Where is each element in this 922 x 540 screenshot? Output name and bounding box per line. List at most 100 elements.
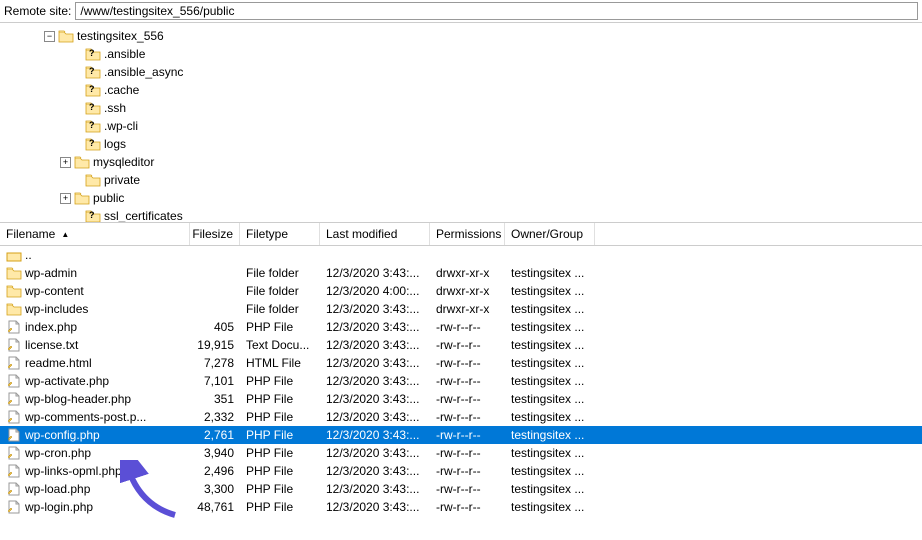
directory-tree[interactable]: −testingsitex_556?.ansible?.ansible_asyn…: [0, 23, 922, 223]
file-name: wp-login.php: [25, 500, 93, 514]
file-row[interactable]: wp-comments-post.p...2,332PHP File12/3/2…: [0, 408, 922, 426]
remote-site-label: Remote site:: [4, 4, 71, 18]
tree-item[interactable]: ?.ssh: [0, 99, 922, 117]
file-owner: testingsitex ...: [505, 392, 595, 406]
file-name: ..: [25, 248, 32, 262]
file-owner: testingsitex ...: [505, 338, 595, 352]
folder-icon: [74, 191, 90, 205]
file-row[interactable]: wp-includesFile folder12/3/2020 3:43:...…: [0, 300, 922, 318]
tree-item-label: .ansible: [104, 47, 145, 61]
file-owner: testingsitex ...: [505, 320, 595, 334]
tree-expand-icon[interactable]: +: [60, 193, 71, 204]
column-header-filename[interactable]: Filename▲: [0, 223, 190, 245]
tree-item-label: public: [93, 191, 124, 205]
folder-icon: ?: [85, 65, 101, 79]
sort-asc-icon: ▲: [61, 230, 69, 239]
file-permissions: -rw-r--r--: [430, 320, 505, 334]
file-list[interactable]: .. wp-adminFile folder12/3/2020 3:43:...d…: [0, 246, 922, 516]
file-row[interactable]: index.php405PHP File12/3/2020 3:43:...-r…: [0, 318, 922, 336]
tree-item-label: .ssh: [104, 101, 126, 115]
file-size: 2,332: [190, 410, 240, 424]
file-icon: [6, 392, 22, 406]
file-row[interactable]: license.txt19,915Text Docu...12/3/2020 3…: [0, 336, 922, 354]
file-size: 2,761: [190, 428, 240, 442]
file-name: wp-blog-header.php: [25, 392, 131, 406]
file-row[interactable]: readme.html7,278HTML File12/3/2020 3:43:…: [0, 354, 922, 372]
file-icon: [6, 248, 22, 262]
file-name: wp-links-opml.php: [25, 464, 122, 478]
file-permissions: -rw-r--r--: [430, 482, 505, 496]
tree-item[interactable]: ?.wp-cli: [0, 117, 922, 135]
tree-item[interactable]: ?ssl_certificates: [0, 207, 922, 223]
file-type: PHP File: [240, 482, 320, 496]
file-modified: 12/3/2020 3:43:...: [320, 374, 430, 388]
tree-collapse-icon[interactable]: −: [44, 31, 55, 42]
file-permissions: -rw-r--r--: [430, 374, 505, 388]
file-row[interactable]: wp-cron.php3,940PHP File12/3/2020 3:43:.…: [0, 444, 922, 462]
file-icon: [6, 500, 22, 514]
file-type: PHP File: [240, 392, 320, 406]
file-size: 7,278: [190, 356, 240, 370]
file-modified: 12/3/2020 3:43:...: [320, 320, 430, 334]
file-size: 3,300: [190, 482, 240, 496]
tree-item[interactable]: ?.ansible_async: [0, 63, 922, 81]
folder-icon: [85, 173, 101, 187]
file-row[interactable]: wp-links-opml.php2,496PHP File12/3/2020 …: [0, 462, 922, 480]
tree-item[interactable]: + mysqleditor: [0, 153, 922, 171]
file-modified: 12/3/2020 3:43:...: [320, 302, 430, 316]
tree-item-label: .wp-cli: [104, 119, 138, 133]
column-header-permissions[interactable]: Permissions: [430, 223, 505, 245]
file-row[interactable]: wp-adminFile folder12/3/2020 3:43:...drw…: [0, 264, 922, 282]
tree-expand-icon[interactable]: +: [60, 157, 71, 168]
file-permissions: -rw-r--r--: [430, 392, 505, 406]
folder-icon: ?: [85, 47, 101, 61]
file-size: 405: [190, 320, 240, 334]
file-name: wp-comments-post.p...: [25, 410, 146, 424]
tree-item[interactable]: private: [0, 171, 922, 189]
file-icon: [6, 302, 22, 316]
folder-icon: [58, 29, 74, 43]
file-row[interactable]: wp-contentFile folder12/3/2020 4:00:...d…: [0, 282, 922, 300]
file-modified: 12/3/2020 3:43:...: [320, 338, 430, 352]
file-permissions: drwxr-xr-x: [430, 284, 505, 298]
tree-item[interactable]: + public: [0, 189, 922, 207]
remote-path-input[interactable]: [75, 2, 918, 20]
file-row[interactable]: wp-activate.php7,101PHP File12/3/2020 3:…: [0, 372, 922, 390]
file-owner: testingsitex ...: [505, 500, 595, 514]
file-permissions: -rw-r--r--: [430, 464, 505, 478]
tree-item[interactable]: ?.ansible: [0, 45, 922, 63]
file-icon: [6, 356, 22, 370]
file-row[interactable]: ..: [0, 246, 922, 264]
tree-item-label: .ansible_async: [104, 65, 183, 79]
folder-icon: ?: [85, 101, 101, 115]
tree-item[interactable]: ?logs: [0, 135, 922, 153]
tree-item[interactable]: − testingsitex_556: [0, 27, 922, 45]
file-icon: [6, 410, 22, 424]
file-type: File folder: [240, 266, 320, 280]
file-row[interactable]: wp-blog-header.php351PHP File12/3/2020 3…: [0, 390, 922, 408]
file-permissions: -rw-r--r--: [430, 338, 505, 352]
file-type: PHP File: [240, 374, 320, 388]
file-size: 19,915: [190, 338, 240, 352]
file-row[interactable]: wp-load.php3,300PHP File12/3/2020 3:43:.…: [0, 480, 922, 498]
file-name: wp-load.php: [25, 482, 90, 496]
file-type: PHP File: [240, 428, 320, 442]
column-header-owner[interactable]: Owner/Group: [505, 223, 595, 245]
file-owner: testingsitex ...: [505, 302, 595, 316]
file-owner: testingsitex ...: [505, 266, 595, 280]
tree-item[interactable]: ?.cache: [0, 81, 922, 99]
file-list-header: Filename▲ Filesize Filetype Last modifie…: [0, 223, 922, 246]
column-header-filesize[interactable]: Filesize: [190, 223, 240, 245]
column-header-modified[interactable]: Last modified: [320, 223, 430, 245]
file-name: wp-config.php: [25, 428, 100, 442]
file-type: PHP File: [240, 410, 320, 424]
column-header-filetype[interactable]: Filetype: [240, 223, 320, 245]
folder-icon: ?: [85, 209, 101, 223]
tree-item-label: testingsitex_556: [77, 29, 164, 43]
file-row[interactable]: wp-config.php2,761PHP File12/3/2020 3:43…: [0, 426, 922, 444]
file-name: readme.html: [25, 356, 92, 370]
remote-path-bar: Remote site:: [0, 0, 922, 23]
file-owner: testingsitex ...: [505, 374, 595, 388]
tree-item-label: mysqleditor: [93, 155, 154, 169]
file-row[interactable]: wp-login.php48,761PHP File12/3/2020 3:43…: [0, 498, 922, 516]
